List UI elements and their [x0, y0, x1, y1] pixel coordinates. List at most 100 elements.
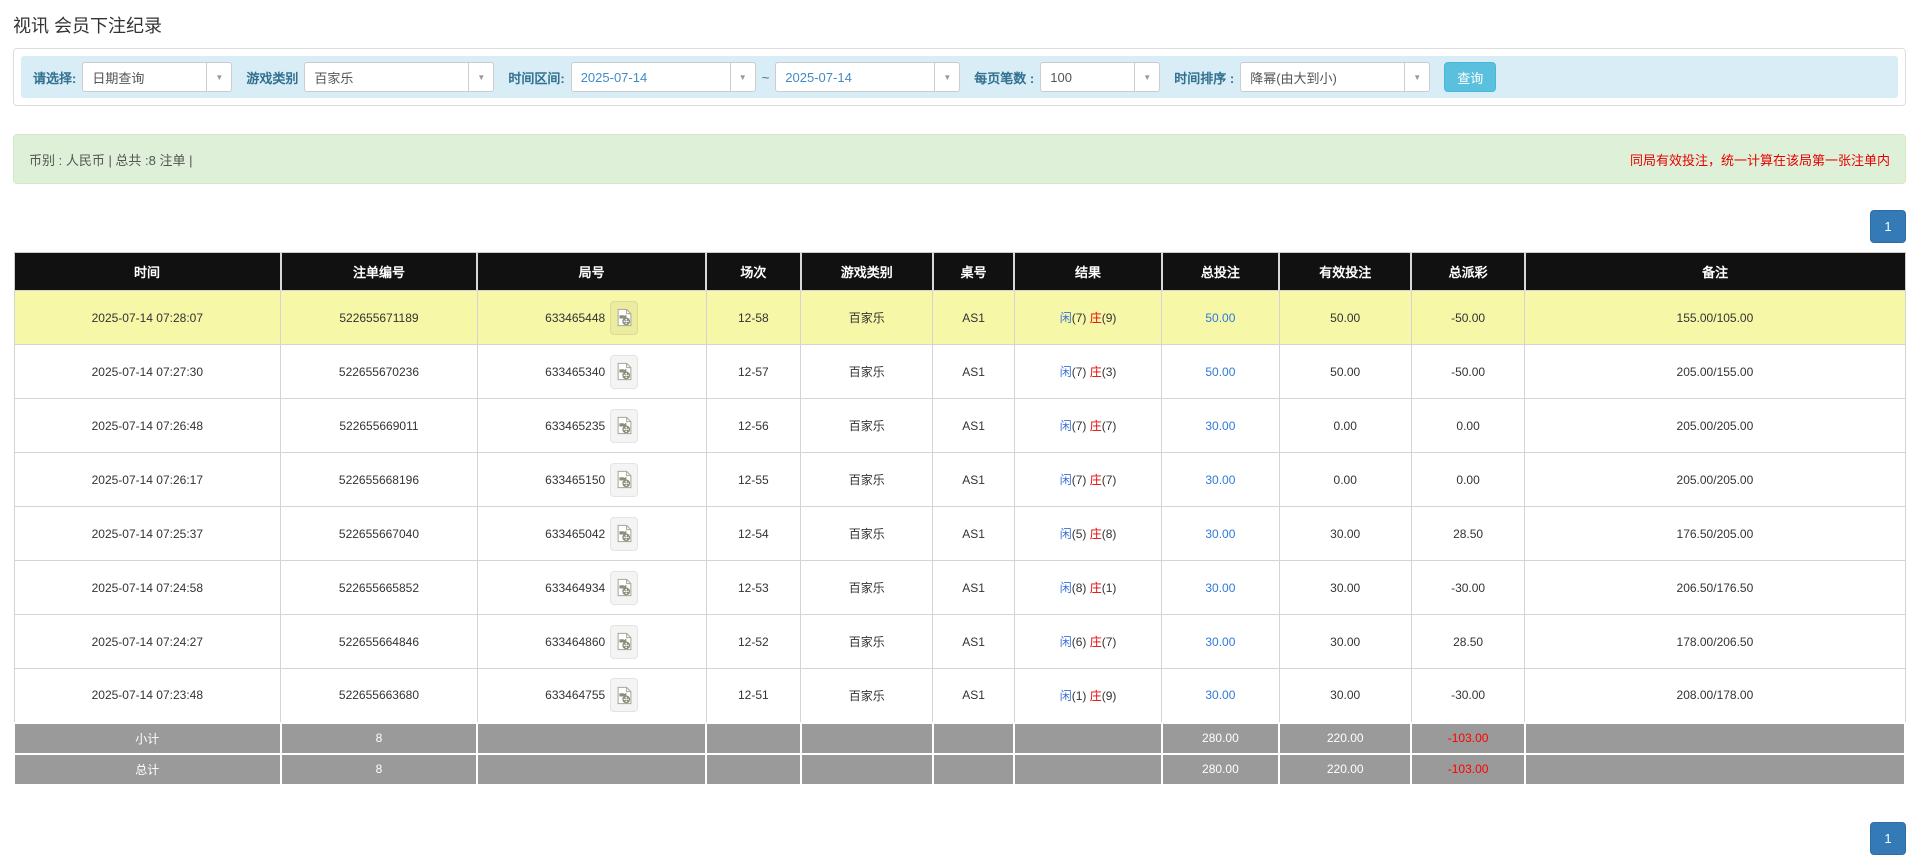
total-bet-link[interactable]: 30.00 [1205, 688, 1235, 702]
video-playback-button[interactable] [610, 571, 638, 605]
result-player-score: (8) [1072, 581, 1090, 595]
table-row[interactable]: 2025-07-14 07:28:07522655671189633465448… [14, 291, 1905, 345]
cell-total-bet: 50.00 [1162, 291, 1279, 345]
summary-empty-cell [1014, 723, 1161, 754]
cell-note: 208.00/178.00 [1525, 669, 1905, 723]
cell-table-number: AS1 [933, 669, 1014, 723]
cell-bet-id: 522655663680 [281, 669, 478, 723]
chevron-down-icon[interactable]: ▼ [934, 63, 959, 91]
date-to-select[interactable]: 2025-07-14 ▼ [775, 62, 960, 92]
column-header: 备注 [1525, 253, 1905, 291]
subtotal-row: 小计8280.00220.00-103.00 [14, 723, 1905, 754]
cell-valid-bet: 30.00 [1279, 615, 1411, 669]
total-bet-link[interactable]: 30.00 [1205, 527, 1235, 541]
video-playback-button[interactable] [610, 301, 638, 335]
video-playback-button[interactable] [610, 355, 638, 389]
table-row[interactable]: 2025-07-14 07:25:37522655667040633465042… [14, 507, 1905, 561]
round-id-value: 633464755 [545, 688, 605, 702]
cell-session: 12-55 [706, 453, 801, 507]
result-player: 闲 [1060, 581, 1072, 595]
video-icon [616, 524, 633, 543]
chevron-down-icon[interactable]: ▼ [468, 63, 493, 91]
cell-total-bet: 30.00 [1162, 669, 1279, 723]
table-row[interactable]: 2025-07-14 07:26:17522655668196633465150… [14, 453, 1905, 507]
filter-group-game-type: 游戏类别 百家乐 ▼ [246, 62, 494, 92]
cell-session: 12-54 [706, 507, 801, 561]
chevron-down-icon[interactable]: ▼ [1404, 63, 1429, 91]
round-id-wrap: 633465235 [545, 409, 638, 443]
total-bet-link[interactable]: 30.00 [1205, 635, 1235, 649]
chevron-down-icon[interactable]: ▼ [1134, 63, 1159, 91]
cell-time: 2025-07-14 07:27:30 [14, 345, 281, 399]
column-header: 游戏类别 [801, 253, 933, 291]
cell-session: 12-53 [706, 561, 801, 615]
chevron-down-icon[interactable]: ▼ [206, 63, 231, 91]
pagination-top: 1 [13, 210, 1906, 243]
cell-time: 2025-07-14 07:24:58 [14, 561, 281, 615]
summary-empty-cell [933, 754, 1014, 785]
cell-table-number: AS1 [933, 453, 1014, 507]
round-id-wrap: 633465340 [545, 355, 638, 389]
video-playback-button[interactable] [610, 517, 638, 551]
column-header: 时间 [14, 253, 281, 291]
cell-payout: 28.50 [1411, 615, 1524, 669]
page-size-select[interactable]: 100 ▼ [1040, 62, 1160, 92]
result-banker-score: (7) [1102, 419, 1117, 433]
game-type-label: 游戏类别 [246, 68, 298, 87]
total-bet-link[interactable]: 50.00 [1205, 311, 1235, 325]
game-type-value: 百家乐 [305, 68, 468, 87]
total-bet-link[interactable]: 30.00 [1205, 419, 1235, 433]
page-1-button-bottom[interactable]: 1 [1870, 822, 1906, 855]
total-bet-link[interactable]: 30.00 [1205, 473, 1235, 487]
cell-round-id: 633464934 [477, 561, 706, 615]
cell-game-type: 百家乐 [801, 399, 933, 453]
result-player-score: (7) [1072, 419, 1090, 433]
page-1-button[interactable]: 1 [1870, 210, 1906, 243]
cell-round-id: 633465448 [477, 291, 706, 345]
table-row[interactable]: 2025-07-14 07:24:27522655664846633464860… [14, 615, 1905, 669]
result-banker: 庄 [1090, 527, 1102, 541]
summary-total-bet: 280.00 [1162, 723, 1279, 754]
date-range-separator: ~ [762, 70, 770, 85]
total-bet-link[interactable]: 30.00 [1205, 581, 1235, 595]
cell-note: 205.00/205.00 [1525, 399, 1905, 453]
cell-bet-id: 522655668196 [281, 453, 478, 507]
cell-valid-bet: 50.00 [1279, 345, 1411, 399]
filter-group-page-size: 每页笔数 : 100 ▼ [974, 62, 1160, 92]
cell-valid-bet: 30.00 [1279, 669, 1411, 723]
chevron-down-icon[interactable]: ▼ [730, 63, 755, 91]
cell-note: 155.00/105.00 [1525, 291, 1905, 345]
cell-session: 12-52 [706, 615, 801, 669]
cell-round-id: 633464755 [477, 669, 706, 723]
query-type-select[interactable]: 日期查询 ▼ [82, 62, 232, 92]
cell-total-bet: 30.00 [1162, 615, 1279, 669]
video-playback-button[interactable] [610, 625, 638, 659]
table-row[interactable]: 2025-07-14 07:24:58522655665852633464934… [14, 561, 1905, 615]
cell-note: 205.00/205.00 [1525, 453, 1905, 507]
cell-valid-bet: 0.00 [1279, 453, 1411, 507]
cell-session: 12-51 [706, 669, 801, 723]
result-player: 闲 [1060, 365, 1072, 379]
page-size-value: 100 [1041, 70, 1134, 85]
filter-group-time-range: 时间区间: 2025-07-14 ▼ ~ 2025-07-14 ▼ [508, 62, 960, 92]
summary-empty-cell [801, 723, 933, 754]
date-from-select[interactable]: 2025-07-14 ▼ [571, 62, 756, 92]
round-id-wrap: 633465042 [545, 517, 638, 551]
video-playback-button[interactable] [610, 678, 638, 712]
sort-value: 降幂(由大到小) [1241, 68, 1404, 87]
search-button[interactable]: 查询 [1444, 62, 1496, 92]
column-header: 有效投注 [1279, 253, 1411, 291]
game-type-select[interactable]: 百家乐 ▼ [304, 62, 494, 92]
summary-count: 8 [281, 754, 478, 785]
table-row[interactable]: 2025-07-14 07:27:30522655670236633465340… [14, 345, 1905, 399]
cell-total-bet: 30.00 [1162, 453, 1279, 507]
table-row[interactable]: 2025-07-14 07:26:48522655669011633465235… [14, 399, 1905, 453]
sort-select[interactable]: 降幂(由大到小) ▼ [1240, 62, 1430, 92]
video-playback-button[interactable] [610, 463, 638, 497]
cell-payout: -50.00 [1411, 291, 1524, 345]
table-row[interactable]: 2025-07-14 07:23:48522655663680633464755… [14, 669, 1905, 723]
video-playback-button[interactable] [610, 409, 638, 443]
total-bet-link[interactable]: 50.00 [1205, 365, 1235, 379]
cell-payout: 0.00 [1411, 453, 1524, 507]
cell-table-number: AS1 [933, 345, 1014, 399]
